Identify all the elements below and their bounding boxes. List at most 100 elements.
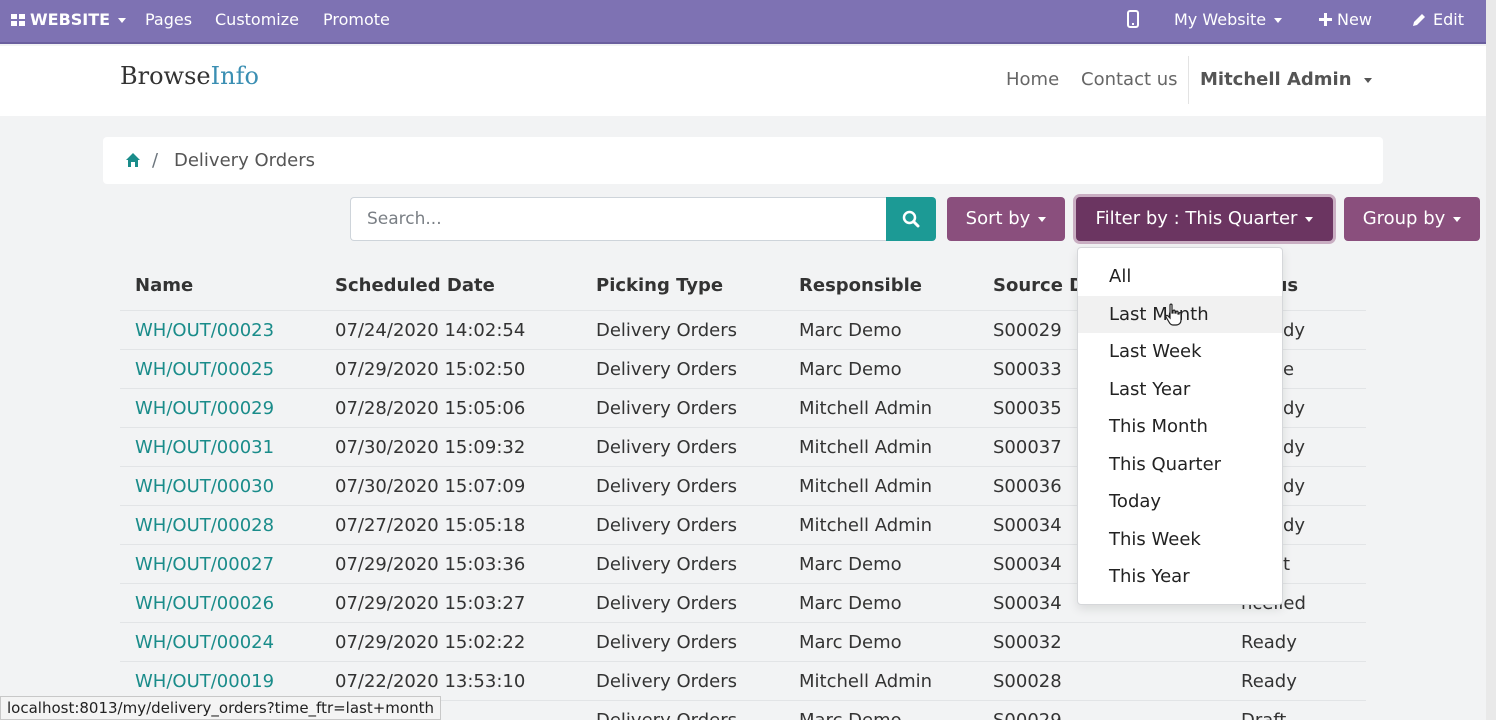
column-header-scheduled-date[interactable]: Scheduled Date: [335, 275, 495, 296]
user-menu[interactable]: Mitchell Admin: [1200, 69, 1372, 90]
cell-picking-type: Delivery Orders: [596, 671, 737, 692]
search-input[interactable]: [350, 197, 890, 241]
filter-by-label: Filter by : This Quarter: [1095, 208, 1298, 229]
filter-option-this-year[interactable]: This Year: [1078, 558, 1282, 595]
cell-picking-type: Delivery Orders: [596, 515, 737, 536]
column-header-name[interactable]: Name: [135, 275, 193, 296]
mobile-preview-button[interactable]: [1127, 0, 1139, 40]
cell-responsible: Mitchell Admin: [799, 398, 933, 419]
filter-option-this-quarter[interactable]: This Quarter: [1078, 446, 1282, 483]
customize-menu[interactable]: Customize: [215, 0, 299, 40]
pencil-icon: [1413, 14, 1425, 26]
filter-option-all[interactable]: All: [1078, 258, 1282, 295]
group-by-button[interactable]: Group by: [1344, 197, 1480, 241]
new-button[interactable]: New: [1319, 0, 1372, 40]
pages-menu[interactable]: Pages: [145, 0, 192, 40]
logo-browse: Browse: [120, 62, 211, 90]
breadcrumb: / Delivery Orders: [103, 137, 1383, 184]
cell-responsible: Marc Demo: [799, 593, 902, 614]
cell-responsible: Marc Demo: [799, 710, 902, 720]
page-scrollbar[interactable]: [1486, 0, 1496, 720]
promote-menu[interactable]: Promote: [323, 0, 390, 40]
chevron-down-icon: [1274, 18, 1283, 23]
my-website-label: My Website: [1174, 10, 1267, 29]
cell-scheduled-date: 07/29/2020 15:03:27: [335, 593, 526, 614]
chevron-down-icon: [1363, 77, 1372, 83]
cell-name[interactable]: WH/OUT/00019: [135, 671, 274, 692]
column-header-responsible[interactable]: Responsible: [799, 275, 922, 296]
cell-picking-type: Delivery Orders: [596, 437, 737, 458]
table-row[interactable]: WH/OUT/00024 07/29/2020 15:02:22 Delivery …: [120, 622, 1366, 661]
column-header-source-document[interactable]: Source D: [993, 275, 1084, 296]
cell-picking-type: Delivery Orders: [596, 710, 737, 720]
website-menu-label: WEBSITE: [30, 10, 111, 29]
cell-scheduled-date: 07/29/2020 15:03:36: [335, 554, 526, 575]
filter-option-this-week[interactable]: This Week: [1078, 521, 1282, 558]
website-admin-bar: WEBSITE Pages Customize Promote My Websi…: [0, 0, 1486, 44]
filter-option-today[interactable]: Today: [1078, 483, 1282, 520]
cell-picking-type: Delivery Orders: [596, 359, 737, 380]
cell-picking-type: Delivery Orders: [596, 476, 737, 497]
cell-name[interactable]: WH/OUT/00030: [135, 476, 274, 497]
nav-divider: [1188, 56, 1189, 104]
cell-scheduled-date: 07/29/2020 15:02:22: [335, 632, 526, 653]
search-icon: [902, 210, 920, 228]
cell-responsible: Marc Demo: [799, 359, 902, 380]
filter-dropdown-menu: All Last Month Last Week Last Year This Mont…: [1077, 247, 1283, 605]
website-menu[interactable]: WEBSITE: [11, 0, 127, 40]
cell-name[interactable]: WH/OUT/00026: [135, 593, 274, 614]
plus-icon: [1319, 13, 1332, 26]
apps-grid-icon: [11, 14, 25, 26]
cell-picking-type: Delivery Orders: [596, 398, 737, 419]
site-header: BrowseInfo Home Contact us Mitchell Admi…: [0, 46, 1486, 116]
cell-responsible: Marc Demo: [799, 320, 902, 341]
site-logo[interactable]: BrowseInfo: [120, 62, 259, 90]
nav-contact-us[interactable]: Contact us: [1081, 69, 1178, 90]
cell-responsible: Marc Demo: [799, 554, 902, 575]
cell-picking-type: Delivery Orders: [596, 554, 737, 575]
search-button[interactable]: [886, 197, 936, 241]
filter-option-last-week[interactable]: Last Week: [1078, 333, 1282, 370]
cell-responsible: Mitchell Admin: [799, 515, 933, 536]
cell-source-document: S00037: [993, 437, 1062, 458]
mobile-phone-icon: [1127, 10, 1139, 28]
cell-picking-type: Delivery Orders: [596, 632, 737, 653]
sort-by-label: Sort by: [965, 208, 1031, 229]
chevron-down-icon: [1453, 216, 1462, 222]
cell-status: dy: [1283, 437, 1306, 458]
browser-status-url: localhost:8013/my/delivery_orders?time_f…: [0, 696, 441, 720]
group-by-label: Group by: [1362, 208, 1446, 229]
cell-name[interactable]: WH/OUT/00031: [135, 437, 274, 458]
filter-by-button[interactable]: Filter by : This Quarter: [1076, 197, 1333, 241]
column-header-picking-type[interactable]: Picking Type: [596, 275, 723, 296]
cell-source-document: S00034: [993, 593, 1062, 614]
cell-name[interactable]: WH/OUT/00028: [135, 515, 274, 536]
new-label: New: [1337, 10, 1372, 29]
cell-scheduled-date: 07/30/2020 15:09:32: [335, 437, 526, 458]
cell-name[interactable]: WH/OUT/00027: [135, 554, 274, 575]
cell-source-document: S00029: [993, 320, 1062, 341]
cell-status: dy: [1283, 476, 1306, 497]
table-row[interactable]: WH/OUT/00019 07/22/2020 13:53:10 Delivery …: [120, 661, 1366, 700]
filter-option-this-month[interactable]: This Month: [1078, 408, 1282, 445]
cell-name[interactable]: WH/OUT/00024: [135, 632, 274, 653]
cell-responsible: Mitchell Admin: [799, 476, 933, 497]
cell-source-document: S00034: [993, 554, 1062, 575]
cell-responsible: Mitchell Admin: [799, 437, 933, 458]
cell-status: Ready: [1241, 632, 1297, 653]
cell-name[interactable]: WH/OUT/00025: [135, 359, 274, 380]
cell-name[interactable]: WH/OUT/00023: [135, 320, 274, 341]
cell-status: t: [1283, 554, 1291, 575]
cell-source-document: S00032: [993, 632, 1062, 653]
chevron-down-icon: [118, 18, 127, 23]
sort-by-button[interactable]: Sort by: [947, 197, 1065, 241]
filter-option-last-year[interactable]: Last Year: [1078, 371, 1282, 408]
cell-source-document: S00035: [993, 398, 1062, 419]
chevron-down-icon: [1305, 216, 1314, 222]
cell-name[interactable]: WH/OUT/00029: [135, 398, 274, 419]
nav-home[interactable]: Home: [1006, 69, 1059, 90]
home-icon[interactable]: [125, 152, 141, 168]
cell-status: dy: [1283, 320, 1306, 341]
my-website-menu[interactable]: My Website: [1174, 0, 1283, 40]
edit-button[interactable]: Edit: [1412, 0, 1464, 40]
